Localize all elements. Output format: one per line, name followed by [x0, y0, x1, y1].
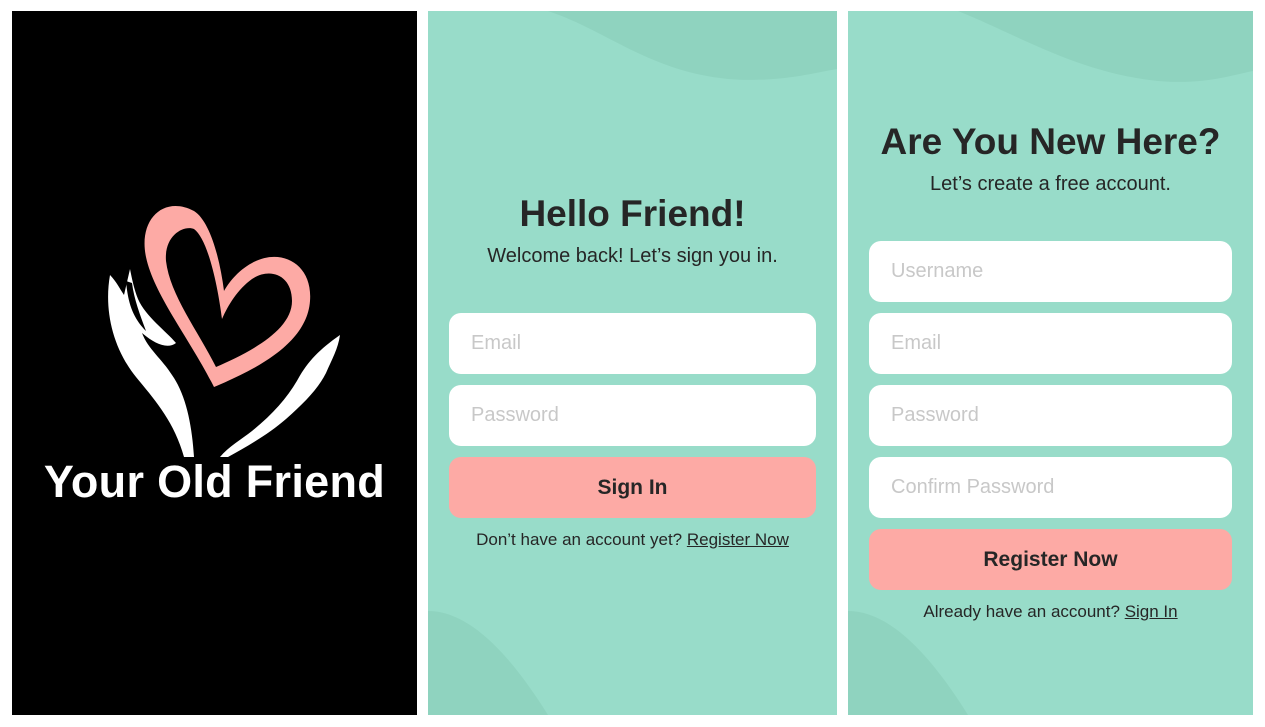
page-subtitle: Let’s create a free account.	[930, 173, 1171, 195]
sign-in-link[interactable]: Sign In	[1125, 602, 1178, 621]
password-field[interactable]	[869, 385, 1232, 446]
register-screen: Are You New Here? Let’s create a free ac…	[848, 11, 1253, 715]
heart-shape	[144, 205, 311, 387]
register-prompt: Don’t have an account yet? Register Now	[428, 530, 837, 550]
app-name: Your Old Friend	[43, 456, 386, 507]
splash-screen: Your Old Friend	[12, 11, 417, 715]
email-field[interactable]	[449, 313, 816, 374]
page-title: Are You New Here?	[880, 121, 1221, 162]
signin-screen: Hello Friend! Welcome back! Let’s sign y…	[428, 11, 837, 715]
confirm-password-field[interactable]	[869, 457, 1232, 518]
right-hand-shape	[220, 335, 340, 457]
heart-in-hands-icon	[108, 205, 340, 457]
register-now-link[interactable]: Register Now	[687, 530, 789, 549]
page-title: Hello Friend!	[519, 193, 746, 234]
page-subtitle: Welcome back! Let’s sign you in.	[487, 245, 778, 267]
sign-in-button[interactable]: Sign In	[449, 457, 816, 518]
username-field[interactable]	[869, 241, 1232, 302]
sign-in-prompt-text: Already have an account?	[923, 602, 1120, 621]
sign-in-prompt: Already have an account? Sign In	[848, 602, 1253, 622]
register-now-button[interactable]: Register Now	[869, 529, 1232, 590]
email-field[interactable]	[869, 313, 1232, 374]
password-field[interactable]	[449, 385, 816, 446]
register-prompt-text: Don’t have an account yet?	[476, 530, 683, 549]
left-hand-shape	[108, 269, 194, 457]
